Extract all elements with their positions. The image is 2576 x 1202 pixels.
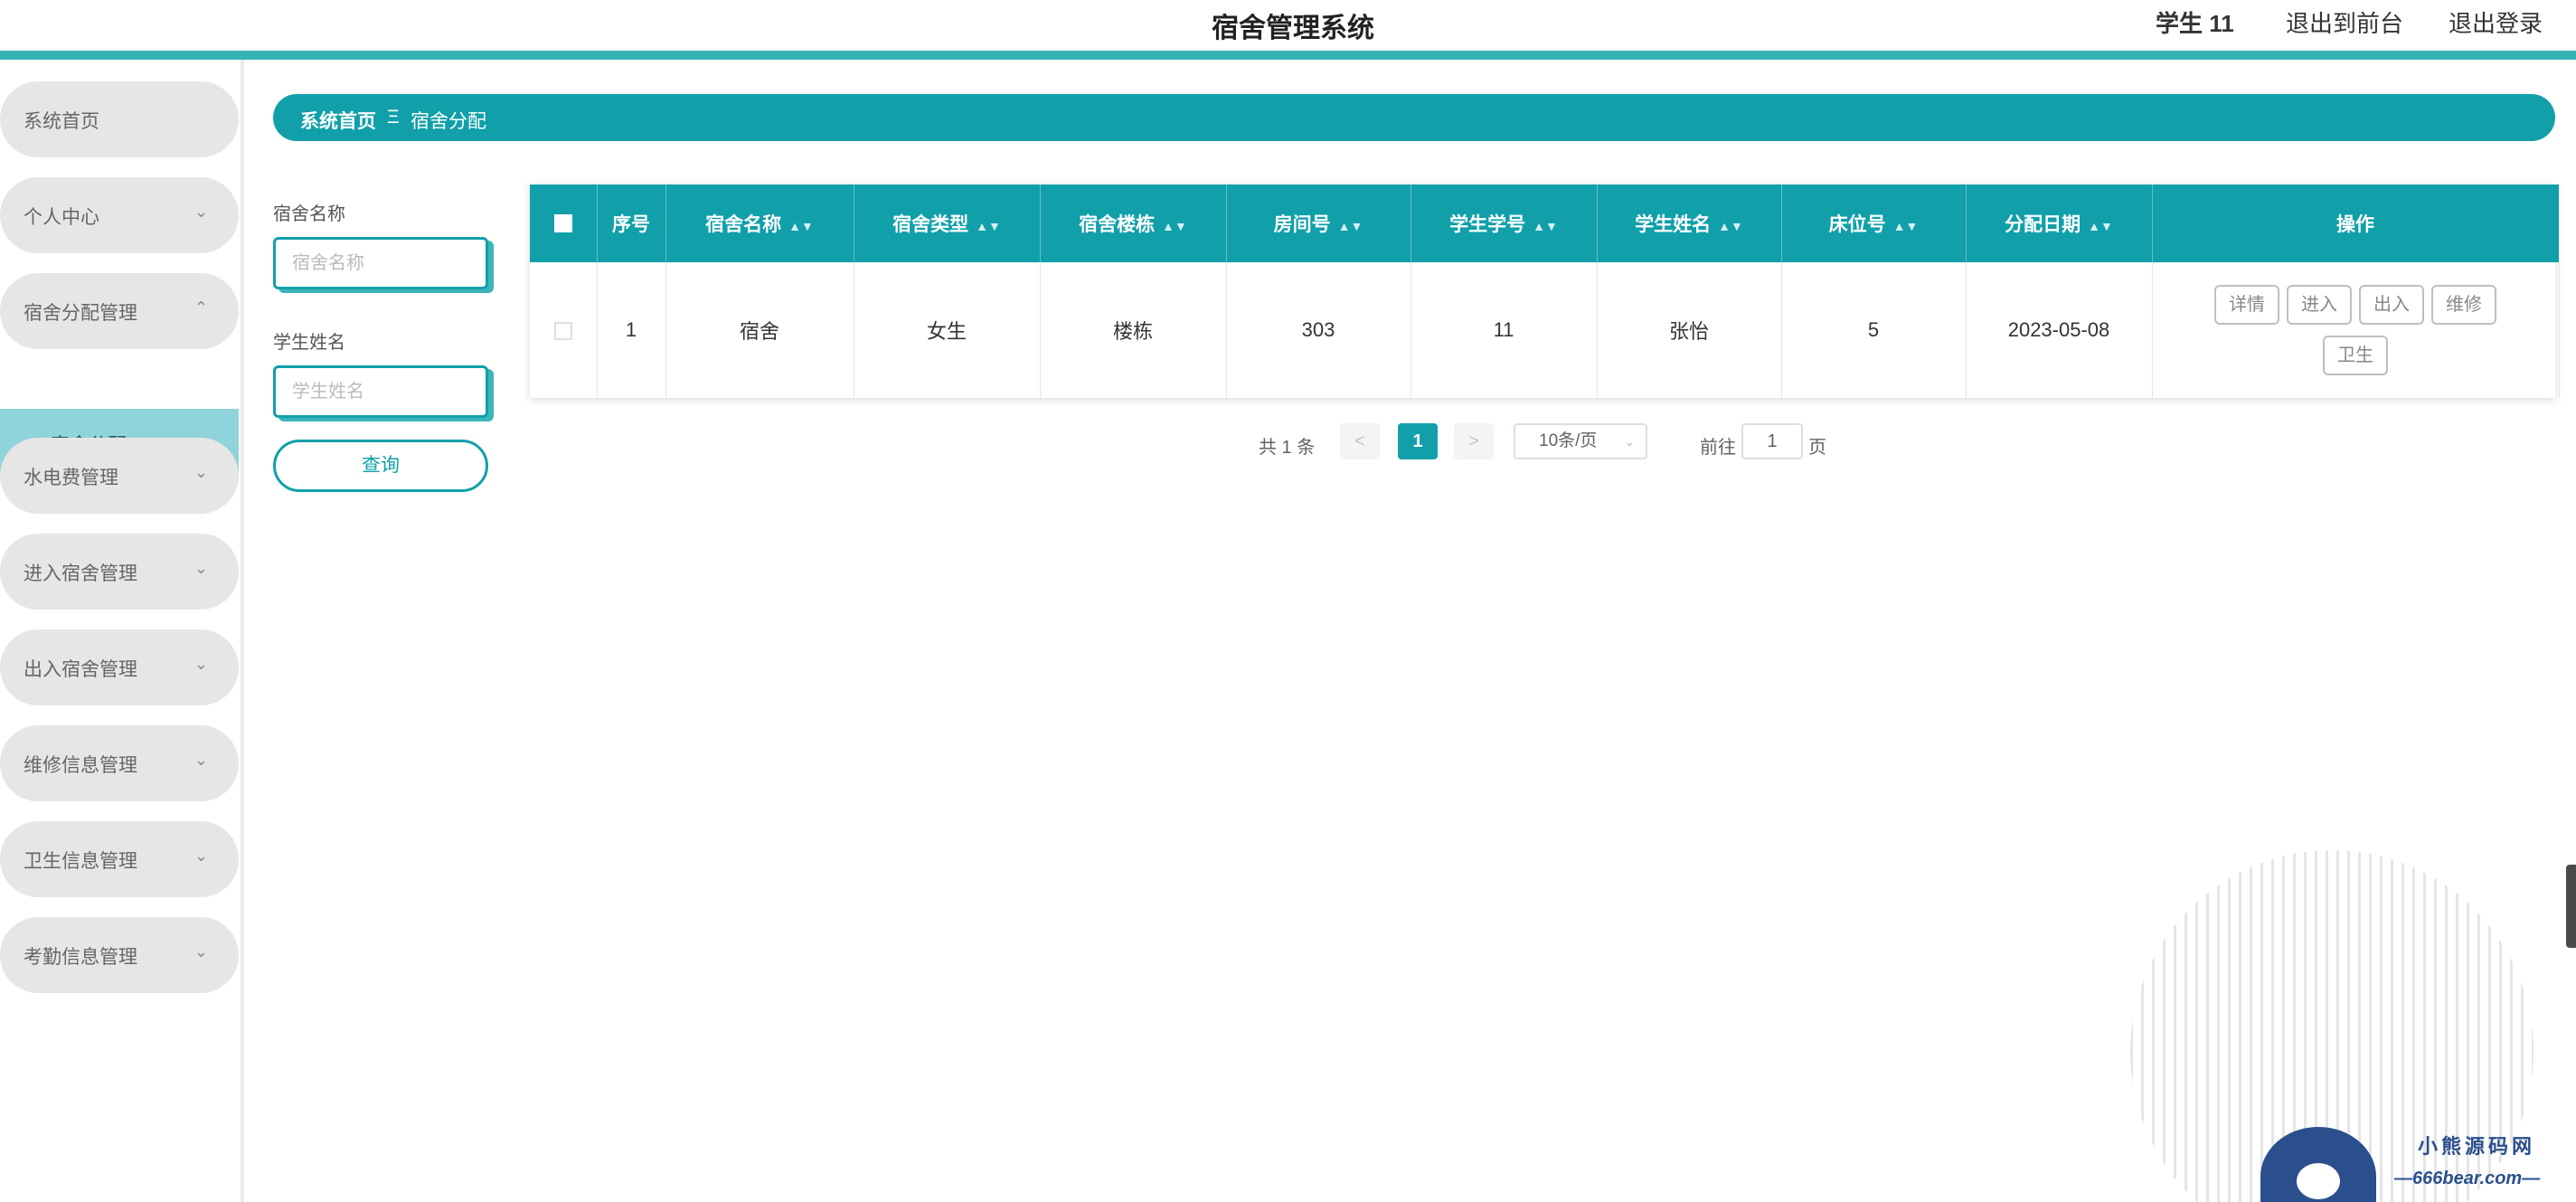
student-name-input[interactable] [273,365,488,418]
hygiene-button[interactable]: 卫生 [2323,336,2388,375]
allocation-table: 序号 宿舍名称 ▲▼ 宿舍类型 ▲▼ 宿舍楼栋 ▲▼ 房间号 ▲▼ 学生学号 ▲▼ 学生姓… [530,185,2560,398]
breadcrumb-current: 宿舍分配 [410,111,486,132]
watermark-en-text: —666bear.com— [2394,1169,2541,1188]
page-size-select[interactable]: 10条/页 ⌄ [1514,423,1647,459]
watermark-cn-text: 小熊源码网 [2418,1135,2536,1158]
page-size-value: 10条/页 [1539,431,1598,450]
column-header-room[interactable]: 房间号 ▲▼ [1226,185,1411,262]
sort-icon[interactable]: ▲▼ [1338,219,1363,233]
breadcrumb-home[interactable]: 系统首页 [300,107,376,134]
select-all-checkbox[interactable] [553,214,572,233]
pagination-total: 共 1 条 [1259,438,1316,458]
cell-index: 1 [597,262,666,398]
chevron-down-icon: ⌄ [193,942,208,961]
bear-logo-icon [2260,1127,2376,1202]
chevron-down-icon: ⌄ [193,463,208,481]
sidebar-item-enter-dorm[interactable]: 进入宿舍管理 ⌄ [0,534,239,610]
goto-page-input[interactable] [1741,423,1803,459]
column-header-dorm-name[interactable]: 宿舍名称 ▲▼ [665,185,854,262]
chevron-down-icon: ⌄ [193,655,208,673]
query-button[interactable]: 查询 [273,440,488,492]
page-number-current[interactable]: 1 [1398,423,1438,459]
cell-dorm-name: 宿舍 [665,262,854,398]
chevron-down-icon: ⌄ [193,559,208,577]
column-header-actions: 操作 [2152,185,2560,262]
sidebar-item-label: 考勤信息管理 [24,947,137,968]
chevron-down-icon: ⌄ [193,203,208,221]
column-header-student-id[interactable]: 学生学号 ▲▼ [1411,185,1598,262]
enter-button[interactable]: 进入 [2287,285,2352,325]
cell-student-name: 张怡 [1597,262,1782,398]
goto-unit-label: 页 [1808,438,1826,458]
sidebar-item-in-out-dorm[interactable]: 出入宿舍管理 ⌄ [0,629,239,705]
sidebar-item-personal-center[interactable]: 个人中心 ⌄ [0,177,239,253]
chevron-down-icon: ⌄ [193,847,208,865]
select-all-cell[interactable] [530,185,598,262]
column-header-student-name[interactable]: 学生姓名 ▲▼ [1597,185,1782,262]
side-scroll-tab[interactable] [2566,865,2576,948]
breadcrumb-separator-icon: Ξ [387,107,400,128]
cell-student-id: 11 [1411,262,1598,398]
cell-dorm-type: 女生 [854,262,1041,398]
sort-icon[interactable]: ▲▼ [1718,219,1743,233]
table-header-row: 序号 宿舍名称 ▲▼ 宿舍类型 ▲▼ 宿舍楼栋 ▲▼ 房间号 ▲▼ 学生学号 ▲▼ 学生姓… [530,185,2560,262]
repair-button[interactable]: 维修 [2431,285,2496,325]
chevron-down-icon: ⌄ [193,751,208,769]
chevron-up-icon: ⌃ [193,298,208,317]
sort-icon[interactable]: ▲▼ [1893,219,1919,233]
next-page-button[interactable]: > [1454,423,1494,459]
sidebar-item-attendance[interactable]: 考勤信息管理 ⌄ [0,917,239,993]
sort-icon[interactable]: ▲▼ [2088,219,2113,233]
column-header-date[interactable]: 分配日期 ▲▼ [1966,185,2153,262]
sidebar-item-home[interactable]: 系统首页 [0,81,239,157]
cell-actions: 详情 进入 出入 维修 卫生 [2152,262,2560,398]
column-header-bed[interactable]: 床位号 ▲▼ [1781,185,1967,262]
sidebar-item-label: 出入宿舍管理 [24,659,137,680]
sidebar-item-hygiene[interactable]: 卫生信息管理 ⌄ [0,821,239,897]
sidebar-item-label: 水电费管理 [24,468,118,488]
dorm-name-input[interactable] [273,237,488,289]
sidebar-item-repair[interactable]: 维修信息管理 ⌄ [0,725,239,801]
sidebar-item-label: 维修信息管理 [24,755,137,776]
cell-bed: 5 [1781,262,1967,398]
dorm-name-label: 宿舍名称 [273,204,345,224]
cell-building: 楼栋 [1040,262,1227,398]
table-row: 1 宿舍 女生 楼栋 303 11 张怡 5 2023-05-08 详情 进入 出入… [530,262,2560,398]
sidebar: 系统首页 个人中心 ⌄ 宿舍分配管理 ⌃ 宿舍分配 水电费管理 ⌄ 进入宿舍管理… [0,60,244,1202]
sidebar-item-label: 卫生信息管理 [24,851,137,872]
current-user: 学生 11 [2156,10,2234,37]
chevron-down-icon: ⌄ [1624,434,1635,449]
header-divider [0,51,2576,60]
watermark-logo: 小熊源码网 —666bear.com— [2260,1122,2559,1202]
logout-link[interactable]: 退出登录 [2449,5,2543,39]
prev-page-button[interactable]: < [1340,423,1380,459]
sort-icon[interactable]: ▲▼ [1162,219,1187,233]
sidebar-item-utilities[interactable]: 水电费管理 ⌄ [0,438,239,514]
app-title: 宿舍管理系统 [1212,14,1374,43]
detail-button[interactable]: 详情 [2214,285,2279,325]
back-to-front-link[interactable]: 退出到前台 [2286,5,2403,39]
column-header-building[interactable]: 宿舍楼栋 ▲▼ [1040,185,1227,262]
sort-icon[interactable]: ▲▼ [788,219,814,233]
row-checkbox[interactable] [553,322,572,341]
in-out-button[interactable]: 出入 [2359,285,2424,325]
sort-icon[interactable]: ▲▼ [976,219,1001,233]
sidebar-item-dorm-allocation-management[interactable]: 宿舍分配管理 ⌃ [0,273,239,349]
student-name-label: 学生姓名 [273,333,345,353]
breadcrumb: 系统首页 Ξ 宿舍分配 [273,94,2555,141]
sidebar-item-label: 个人中心 [24,207,99,228]
top-bar: 宿舍管理系统 学生 11 退出到前台 退出登录 [0,0,2576,51]
cell-room: 303 [1226,262,1411,398]
sort-icon[interactable]: ▲▼ [1533,219,1558,233]
column-header-index: 序号 [597,185,666,262]
goto-label: 前往 [1700,438,1736,458]
column-header-dorm-type[interactable]: 宿舍类型 ▲▼ [854,185,1041,262]
cell-date: 2023-05-08 [1966,262,2153,398]
sidebar-item-label: 进入宿舍管理 [24,563,137,584]
sidebar-item-label: 系统首页 [24,111,99,132]
sidebar-item-label: 宿舍分配管理 [24,303,137,324]
row-select-cell[interactable] [530,262,598,398]
